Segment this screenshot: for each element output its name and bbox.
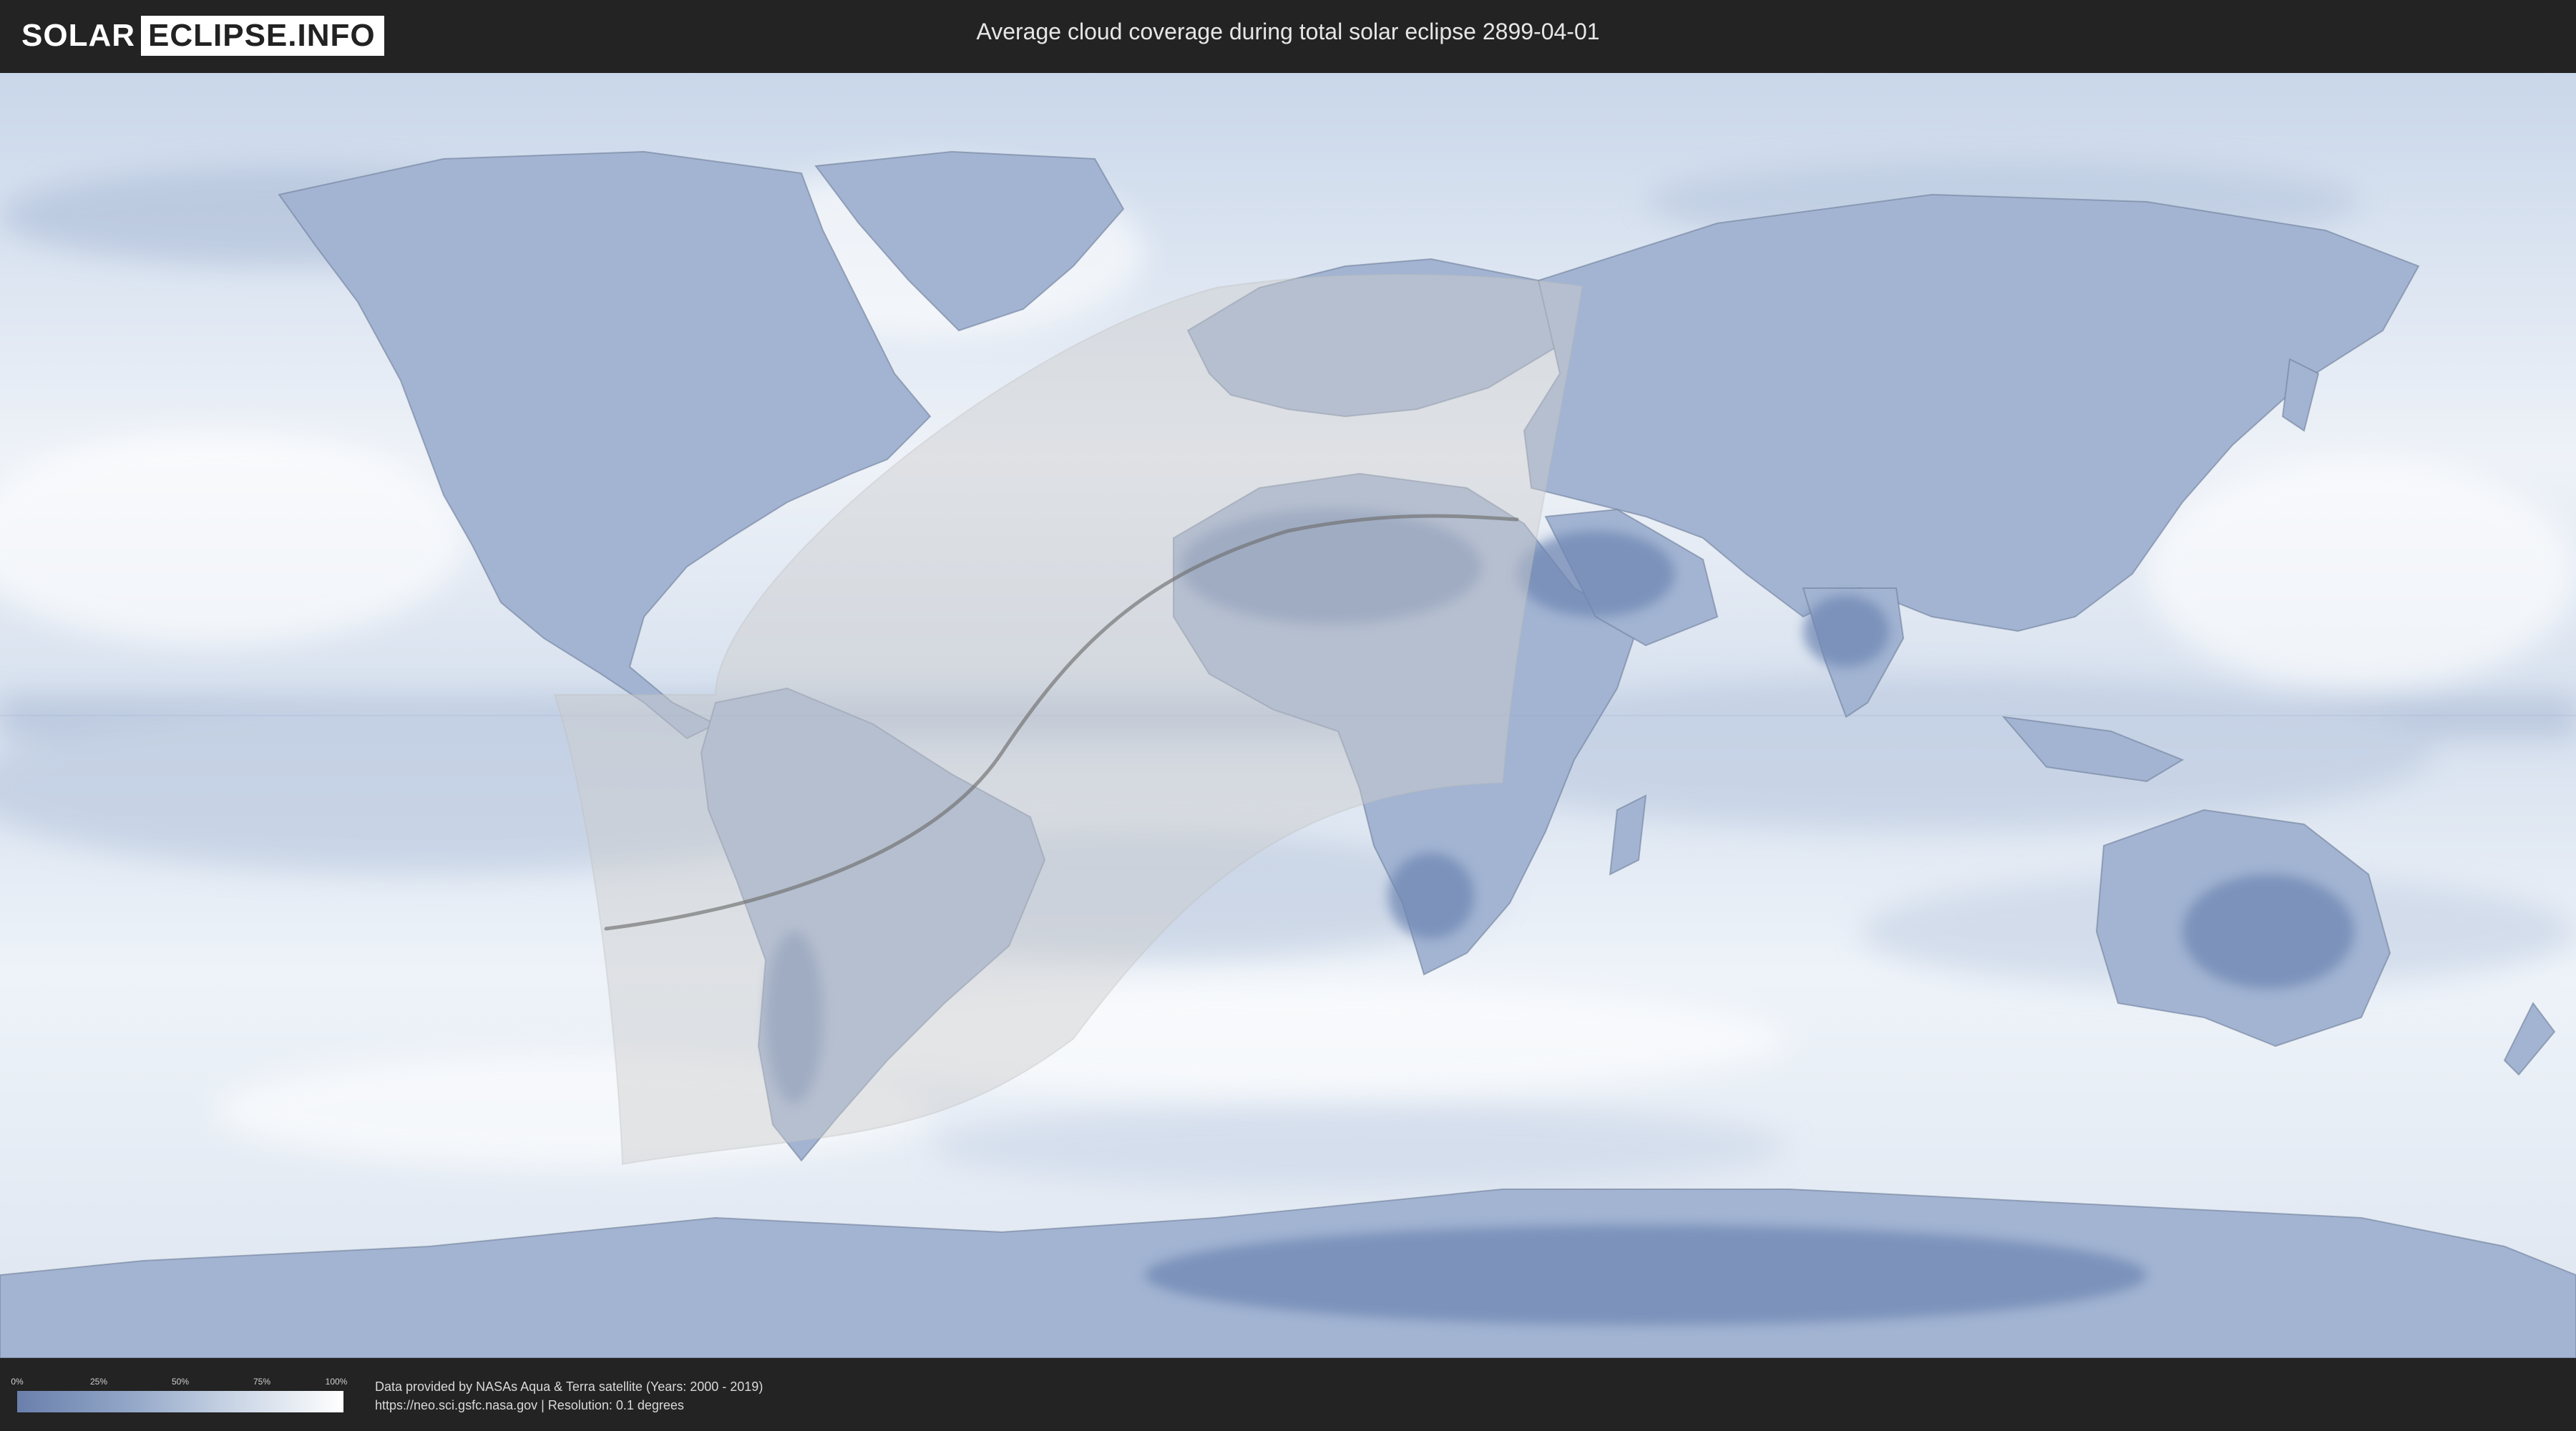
data-credit: Data provided by NASAs Aqua & Terra sate… (375, 1379, 763, 1394)
cloud-coverage-legend-bar (17, 1391, 343, 1412)
legend-tick-0: 0% (11, 1377, 24, 1387)
cloud-coverage-map[interactable] (0, 73, 2576, 1358)
map-canvas (0, 73, 2576, 1358)
legend-tick-75: 75% (253, 1377, 271, 1387)
legend-tick-100: 100% (325, 1377, 348, 1387)
legend-tick-25: 25% (89, 1377, 108, 1387)
page-title: Average cloud coverage during total sola… (976, 19, 1600, 44)
footer-bar: 0% 25% 50% 75% 100% Data provided by NAS… (0, 1358, 2576, 1431)
source-credit: https://neo.sci.gsfc.nasa.gov | Resoluti… (375, 1398, 684, 1412)
legend-tick-50: 50% (171, 1377, 190, 1387)
legend-labels: 0% 25% 50% 75% 100% (11, 1377, 347, 1388)
header-bar: SOLAR ECLIPSE.INFO Average cloud coverag… (0, 0, 2576, 73)
